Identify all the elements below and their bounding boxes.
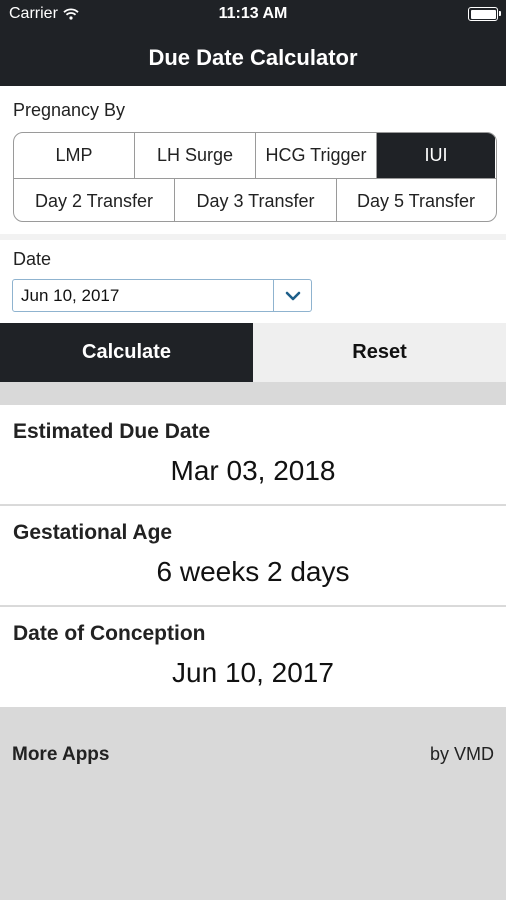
segment-row-1: LMP LH Surge HCG Trigger IUI	[14, 133, 496, 178]
segment-hcg-trigger[interactable]: HCG Trigger	[256, 133, 377, 178]
date-picker[interactable]: Jun 10, 2017	[12, 279, 312, 312]
pregnancy-method-selector: LMP LH Surge HCG Trigger IUI Day 2 Trans…	[13, 132, 497, 222]
action-buttons: Calculate Reset	[0, 323, 506, 382]
result-conception-date: Date of Conception Jun 10, 2017	[0, 607, 506, 707]
more-apps-link[interactable]: More Apps	[12, 744, 109, 766]
date-label: Date	[13, 249, 52, 269]
segment-lmp[interactable]: LMP	[14, 133, 135, 178]
due-date-value: Mar 03, 2018	[170, 455, 336, 486]
calculate-button[interactable]: Calculate	[0, 323, 253, 382]
gestational-age-title: Gestational Age	[13, 521, 173, 544]
segment-day-3-transfer[interactable]: Day 3 Transfer	[175, 179, 337, 221]
conception-date-value: Jun 10, 2017	[172, 657, 334, 688]
developer-credit: by VMD	[429, 744, 494, 764]
nav-bar: Due Date Calculator	[0, 30, 506, 86]
gestational-age-value: 6 weeks 2 days	[156, 556, 350, 587]
chevron-down-icon[interactable]	[273, 280, 311, 311]
due-date-title: Estimated Due Date	[13, 420, 211, 443]
segment-day-2-transfer[interactable]: Day 2 Transfer	[14, 179, 175, 221]
pregnancy-label: Pregnancy By	[13, 100, 126, 120]
footer: More Apps by VMD	[0, 708, 506, 900]
segment-lh-surge[interactable]: LH Surge	[135, 133, 256, 178]
conception-date-title: Date of Conception	[13, 622, 206, 645]
status-time: 11:13 AM	[218, 5, 288, 22]
date-value: Jun 10, 2017	[21, 285, 120, 305]
segment-row-2: Day 2 Transfer Day 3 Transfer Day 5 Tran…	[14, 178, 496, 221]
page-title: Due Date Calculator	[148, 45, 358, 70]
battery-icon	[468, 7, 501, 21]
reset-button[interactable]: Reset	[253, 323, 506, 382]
status-bar: Carrier 11:13 AM	[0, 0, 506, 30]
result-gestational-age: Gestational Age 6 weeks 2 days	[0, 506, 506, 606]
segment-iui[interactable]: IUI	[377, 133, 495, 178]
result-due-date: Estimated Due Date Mar 03, 2018	[0, 405, 506, 505]
segment-day-5-transfer[interactable]: Day 5 Transfer	[337, 179, 495, 221]
